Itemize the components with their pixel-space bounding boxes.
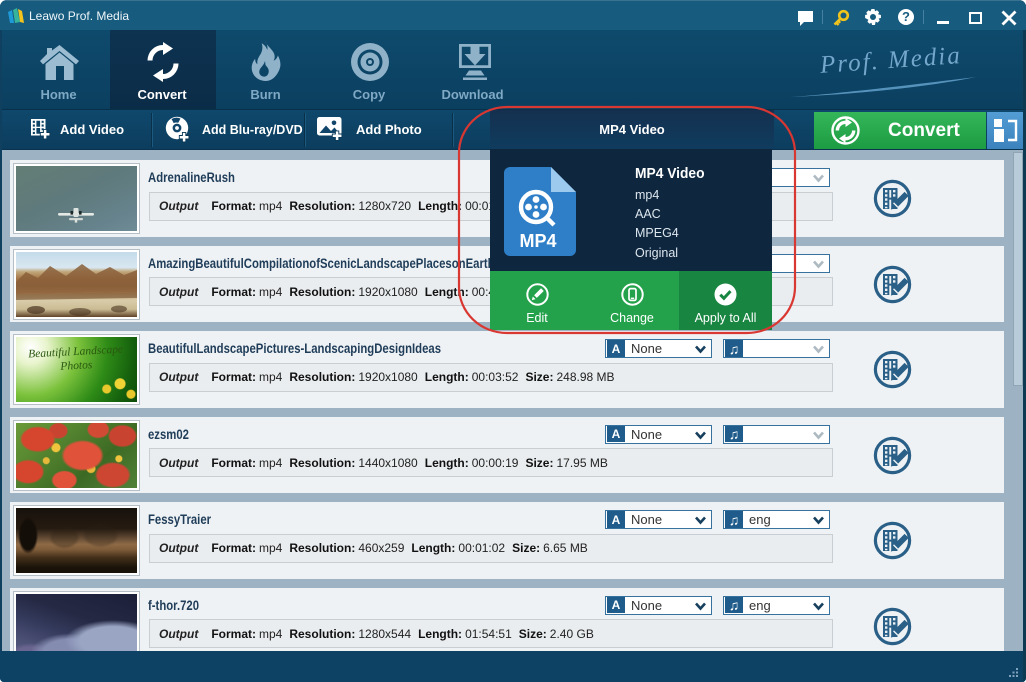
svg-text:MP4: MP4 <box>519 231 556 251</box>
